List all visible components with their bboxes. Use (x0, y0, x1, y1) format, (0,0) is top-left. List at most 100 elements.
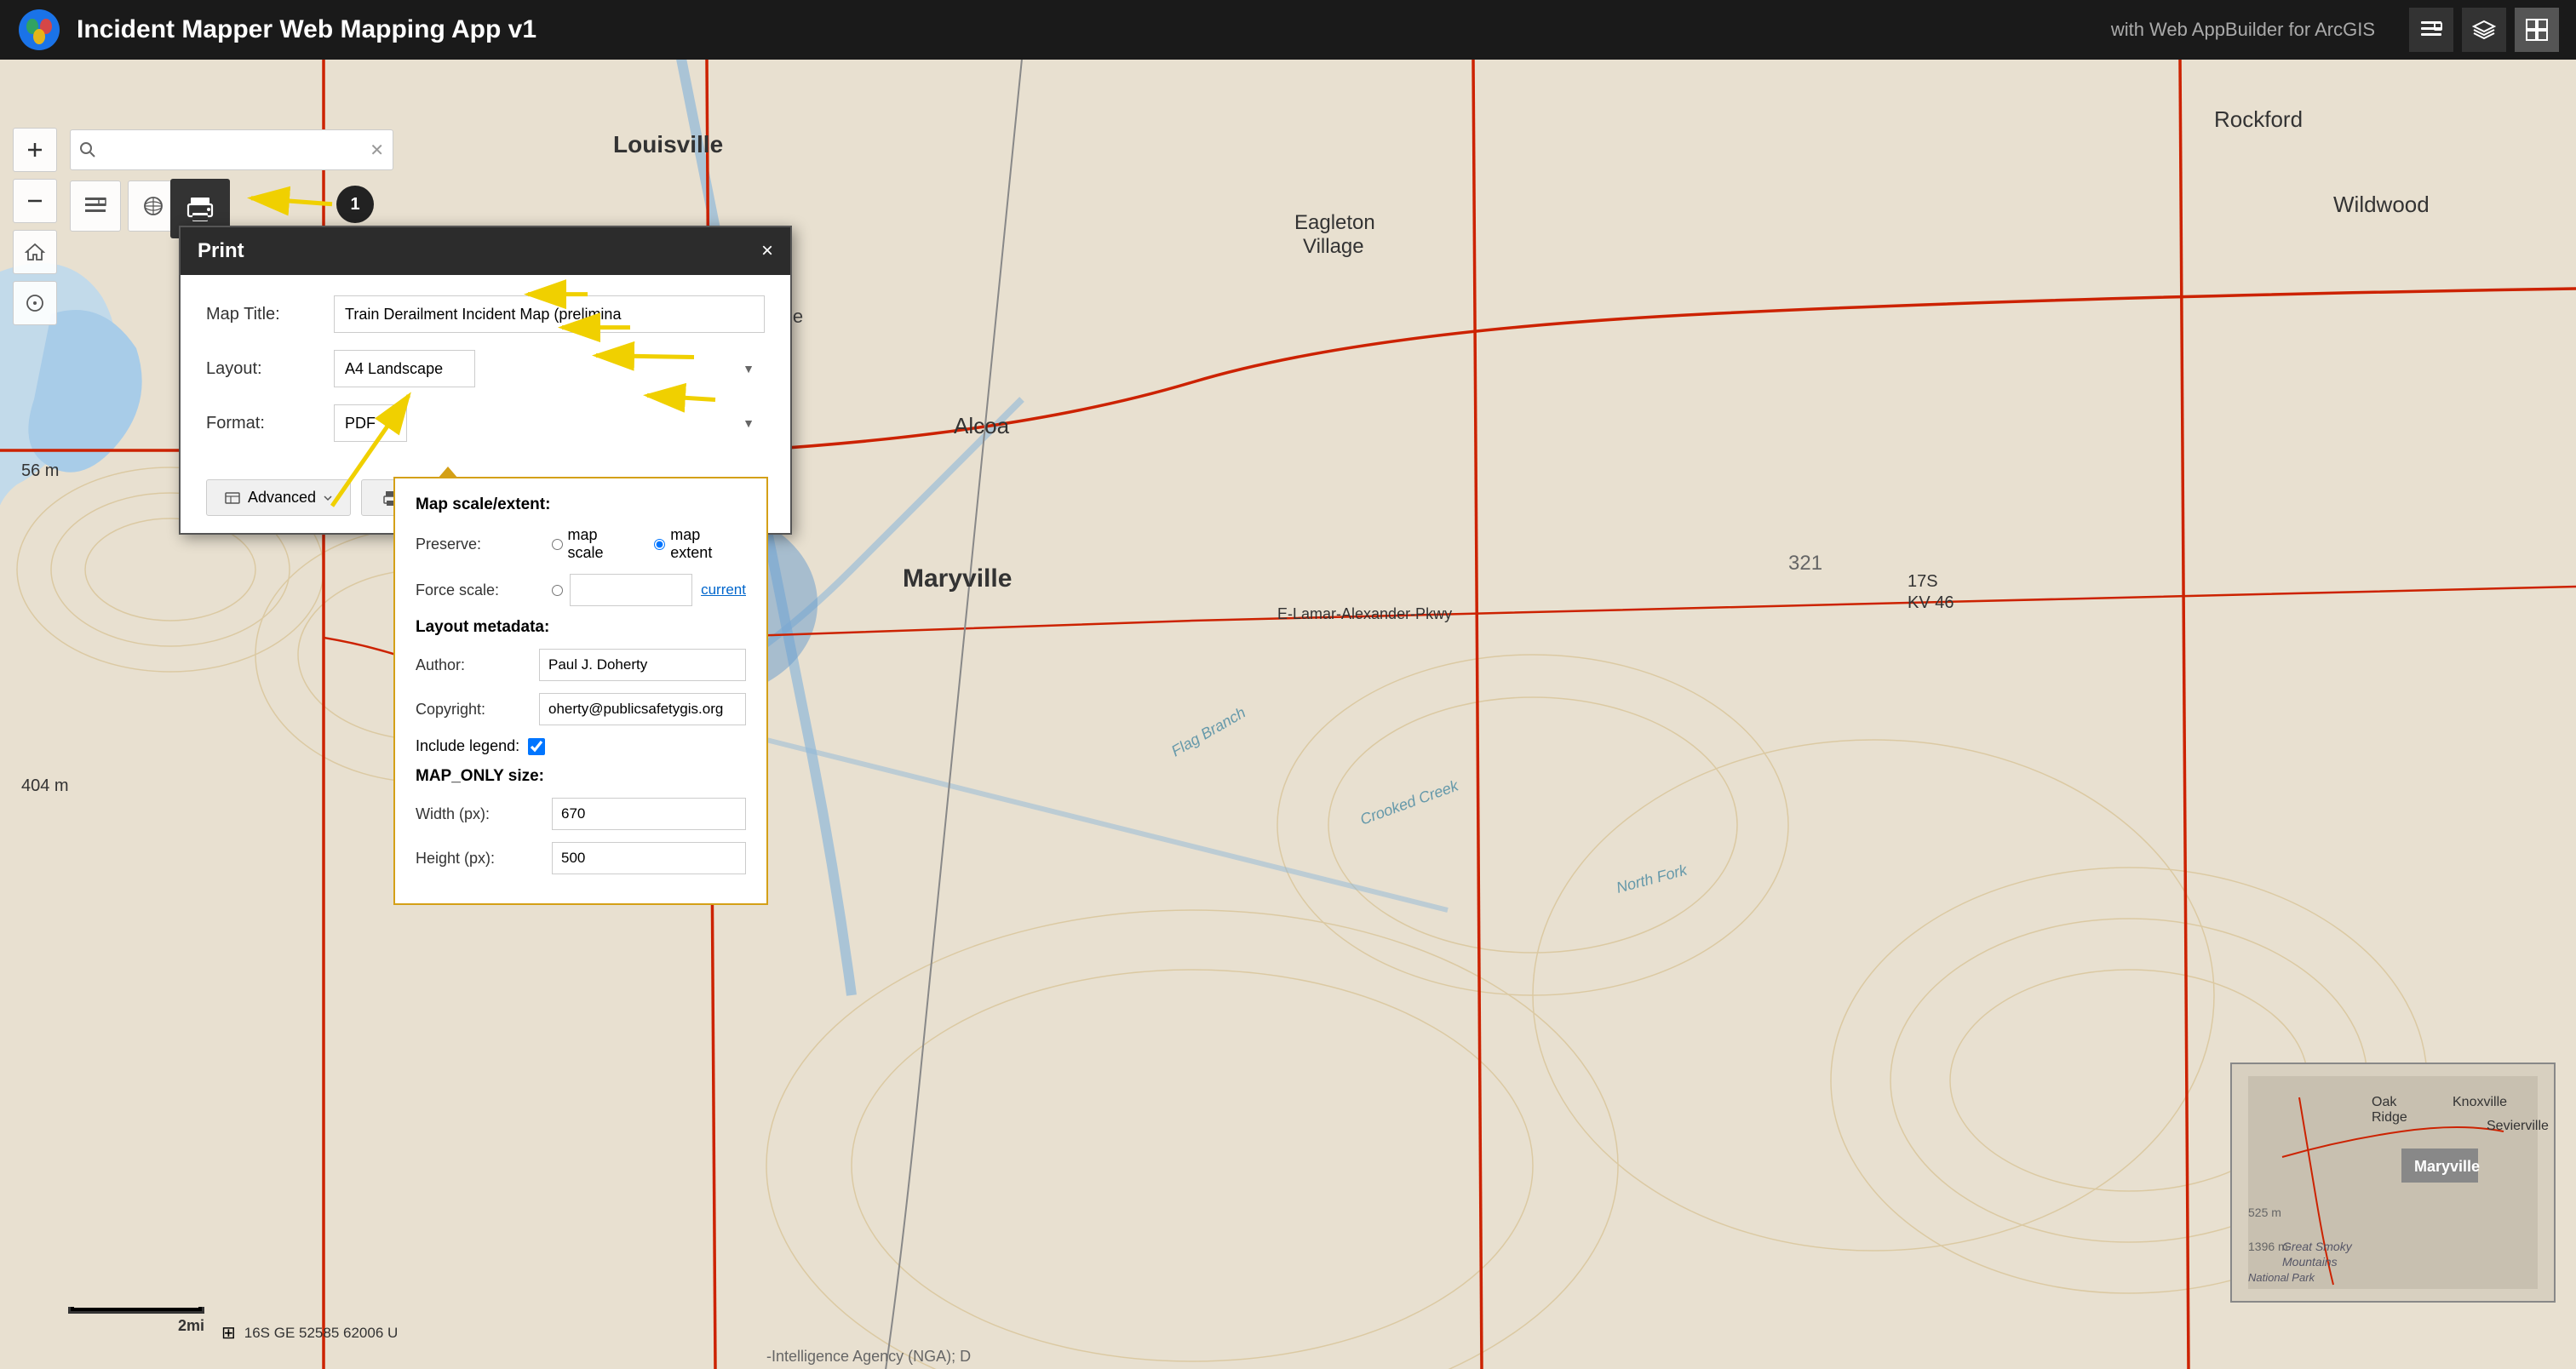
map-title-input[interactable] (334, 295, 765, 333)
svg-text:Maryville: Maryville (2414, 1158, 2480, 1175)
svg-text:56 m: 56 m (21, 461, 59, 480)
svg-text:Louisville: Louisville (613, 131, 723, 158)
chevron-down-icon (323, 493, 333, 503)
svg-text:1396 m: 1396 m (2248, 1240, 2288, 1253)
svg-text:Maryville: Maryville (903, 564, 1012, 593)
svg-text:525 m: 525 m (2248, 1206, 2281, 1219)
app-title: Incident Mapper Web Mapping App v1 (77, 15, 2111, 44)
height-row: Height (px): (416, 842, 746, 874)
height-input[interactable] (552, 842, 746, 874)
layer-list-button[interactable] (70, 180, 121, 232)
map-scale-radio-item: map scale (552, 526, 638, 562)
layout-metadata-title: Layout metadata: (416, 618, 746, 637)
svg-text:Mountains: Mountains (2282, 1255, 2338, 1269)
advanced-panel: Map scale/extent: Preserve: map scale ma… (393, 477, 768, 905)
svg-text:Sevierville: Sevierville (2487, 1119, 2549, 1133)
map-container[interactable]: Louisville McGhee Tyson Airport Alcoa Ma… (0, 60, 2576, 1369)
advanced-button[interactable]: Advanced (206, 479, 351, 516)
width-label: Width (px): (416, 805, 552, 823)
coordinates-text: 16S GE 52585 62006 U (244, 1325, 399, 1342)
include-legend-checkbox[interactable] (528, 738, 545, 755)
map-only-title: MAP_ONLY size: (416, 767, 746, 786)
left-toolbar (13, 128, 57, 325)
width-input[interactable] (552, 798, 746, 830)
format-row: Format: PDF PNG32 PNG8 JPG GIF (206, 404, 765, 442)
zoom-out-button[interactable] (13, 179, 57, 223)
format-select-wrapper: PDF PNG32 PNG8 JPG GIF (334, 404, 765, 442)
map-scale-label: map scale (568, 526, 638, 562)
svg-text:Knoxville: Knoxville (2453, 1095, 2507, 1109)
force-scale-radio[interactable] (552, 585, 563, 596)
map-extent-label: map extent (670, 526, 746, 562)
scale-bar-label: 2mi (68, 1317, 204, 1335)
force-scale-label: Force scale: (416, 581, 552, 599)
advanced-icon (224, 490, 241, 507)
scale-bar-line (68, 1307, 204, 1314)
height-label: Height (px): (416, 850, 552, 868)
map-extent-radio[interactable] (654, 539, 665, 550)
svg-text:E-Lamar-Alexander-Pkwy: E-Lamar-Alexander-Pkwy (1277, 605, 1452, 622)
home-button[interactable] (13, 230, 57, 274)
svg-text:Wildwood: Wildwood (2333, 192, 2430, 217)
grid-view-button[interactable] (2515, 8, 2559, 52)
include-legend-row: Include legend: (416, 737, 746, 755)
svg-text:-Intelligence Agency (NGA); D: -Intelligence Agency (NGA); D (766, 1348, 971, 1365)
preserve-radio-group: map scale map extent (552, 526, 746, 562)
svg-text:17S: 17S (1908, 572, 1938, 591)
svg-text:KV 46: KV 46 (1908, 593, 1954, 612)
print-dialog-title: Print (198, 239, 244, 263)
compass-button[interactable] (13, 281, 57, 325)
annotation-1-label: 1 (350, 195, 359, 215)
advanced-button-label: Advanced (248, 489, 316, 507)
svg-text:404 m: 404 m (21, 776, 69, 795)
search-clear-button[interactable]: ✕ (370, 140, 384, 161)
list-view-button[interactable] (2409, 8, 2453, 52)
print-dialog-header: Print × (181, 227, 790, 275)
preserve-label: Preserve: (416, 536, 552, 553)
app-logo (17, 8, 61, 52)
format-label: Format: (206, 414, 334, 433)
width-row: Width (px): (416, 798, 746, 830)
svg-text:Oak: Oak (2372, 1095, 2397, 1109)
map-scale-title: Map scale/extent: (416, 495, 746, 514)
map-title-row: Map Title: (206, 295, 765, 333)
app-header: Incident Mapper Web Mapping App v1 with … (0, 0, 2576, 60)
svg-text:Alcoa: Alcoa (954, 413, 1010, 438)
current-link[interactable]: current (701, 581, 746, 599)
scale-bar: 2mi (68, 1307, 204, 1335)
layers-button[interactable] (2462, 8, 2506, 52)
map-title-label: Map Title: (206, 305, 334, 324)
force-scale-input[interactable] (570, 574, 692, 606)
app-subtitle: with Web AppBuilder for ArcGIS (2111, 19, 2375, 41)
map-scale-radio[interactable] (552, 539, 563, 550)
print-dialog-close-button[interactable]: × (761, 239, 773, 263)
copyright-label: Copyright: (416, 701, 539, 719)
svg-text:Village: Village (1303, 235, 1364, 258)
search-icon (79, 141, 96, 158)
svg-text:National Park: National Park (2248, 1271, 2316, 1284)
annotation-1: 1 (336, 186, 374, 223)
layout-row: Layout: A4 Landscape A4 Portrait Letter … (206, 350, 765, 387)
layout-select[interactable]: A4 Landscape A4 Portrait Letter Landscap… (334, 350, 475, 387)
search-input[interactable]: Maryville, Tennessee, United S (103, 141, 370, 159)
preserve-row: Preserve: map scale map extent (416, 526, 746, 562)
search-bar: Maryville, Tennessee, United S ✕ (70, 129, 393, 170)
svg-text:Rockford: Rockford (2214, 106, 2303, 132)
svg-text:321: 321 (1788, 552, 1822, 575)
author-row: Author: (416, 649, 746, 681)
format-select[interactable]: PDF PNG32 PNG8 JPG GIF (334, 404, 407, 442)
author-input[interactable] (539, 649, 746, 681)
svg-text:Great Smoky: Great Smoky (2282, 1240, 2353, 1253)
include-legend-label: Include legend: (416, 737, 519, 755)
zoom-in-button[interactable] (13, 128, 57, 172)
print-dialog-body: Map Title: Layout: A4 Landscape A4 Portr… (181, 275, 790, 479)
svg-text:Ridge: Ridge (2372, 1110, 2407, 1125)
coordinates-bar: ⊞ 16S GE 52585 62006 U (221, 1322, 398, 1343)
svg-text:Eagleton: Eagleton (1294, 211, 1375, 234)
coords-icon: ⊞ (221, 1322, 236, 1343)
copyright-row: Copyright: (416, 693, 746, 725)
copyright-input[interactable] (539, 693, 746, 725)
force-scale-row: Force scale: current (416, 574, 746, 606)
header-actions (2409, 8, 2559, 52)
author-label: Author: (416, 656, 539, 674)
